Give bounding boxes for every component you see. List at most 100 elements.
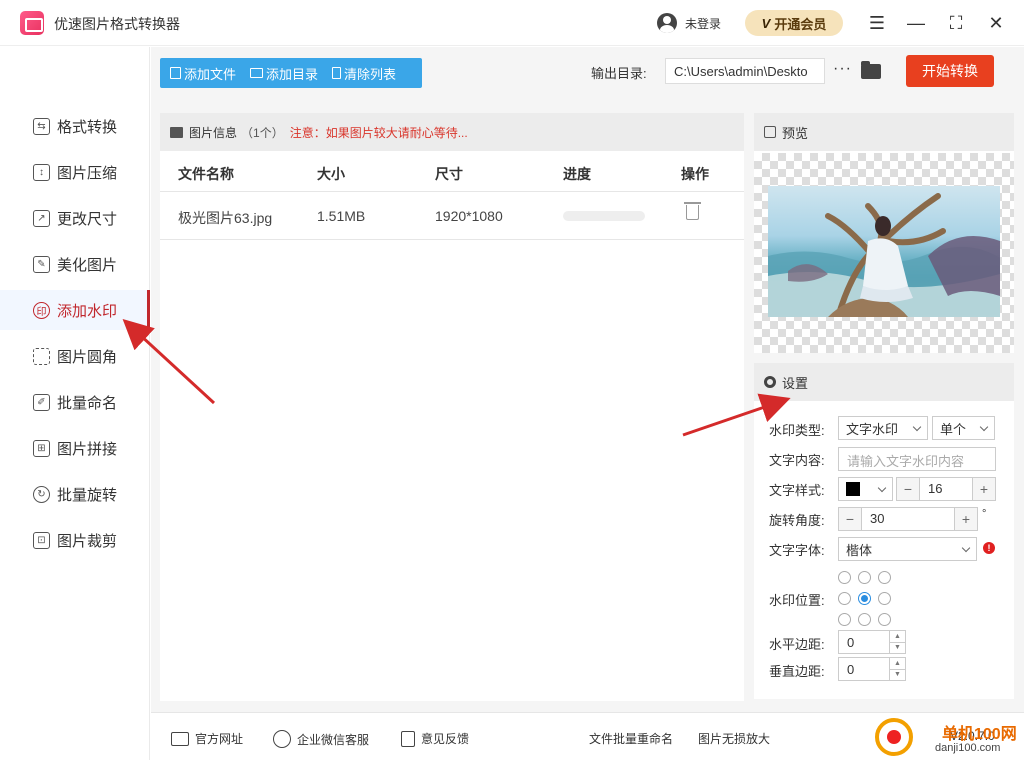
- position-top-right-radio[interactable]: [878, 571, 891, 584]
- maximize-icon[interactable]: ⛶: [943, 10, 969, 36]
- file-toolbar: 添加文件 添加目录 清除列表: [160, 58, 422, 88]
- column-header-name: 文件名称: [178, 166, 234, 182]
- website-icon: [171, 731, 189, 746]
- preview-header: 预览: [754, 113, 1014, 151]
- sidebar-item-label: 更改尺寸: [57, 210, 118, 228]
- more-options-button[interactable]: ···: [833, 60, 852, 78]
- horizontal-margin-input[interactable]: 0 ▲ ▼: [838, 630, 906, 654]
- position-top-center-radio[interactable]: [858, 571, 871, 584]
- sidebar-item-label: 美化图片: [57, 256, 118, 274]
- add-file-button[interactable]: 添加文件: [170, 64, 236, 83]
- delete-row-icon[interactable]: [684, 202, 701, 220]
- text-content-input[interactable]: 请输入文字水印内容: [838, 447, 996, 471]
- sidebar-item-format-convert[interactable]: ⇆ 格式转换: [0, 106, 150, 146]
- sidebar-item-rotate[interactable]: ↻ 批量旋转: [0, 474, 150, 514]
- sidebar-item-watermark[interactable]: 印 添加水印: [0, 290, 150, 330]
- watermark-type-select[interactable]: 文字水印: [838, 416, 928, 440]
- position-bottom-right-radio[interactable]: [878, 613, 891, 626]
- lossless-enlarge-link[interactable]: 图片无损放大: [698, 730, 770, 747]
- batch-rename-link[interactable]: 文件批量重命名: [589, 730, 673, 747]
- horizontal-margin-value: 0: [847, 635, 855, 650]
- official-website-link[interactable]: 官方网址: [171, 730, 243, 747]
- sidebar-item-resize[interactable]: ↗ 更改尺寸: [0, 198, 150, 238]
- preview-icon: [764, 126, 776, 138]
- position-bottom-center-radio[interactable]: [858, 613, 871, 626]
- user-avatar-icon[interactable]: [657, 13, 677, 33]
- spin-arrows[interactable]: ▲ ▼: [889, 658, 905, 680]
- position-label: 水印位置:: [769, 593, 825, 608]
- crop-icon: ⊡: [33, 531, 50, 549]
- file-size-cell: 1.51MB: [317, 208, 366, 224]
- rotation-stepper[interactable]: − 30 +: [838, 507, 978, 531]
- sidebar-item-batch-rename[interactable]: ✐ 批量命名: [0, 382, 150, 422]
- increase-button[interactable]: +: [973, 478, 995, 500]
- font-size-value[interactable]: 16: [919, 478, 973, 500]
- sidebar-item-beautify[interactable]: ✎ 美化图片: [0, 244, 150, 284]
- rotation-value[interactable]: 30: [861, 508, 955, 530]
- chevron-down-icon: [979, 422, 989, 431]
- chevron-down-icon: [877, 483, 887, 492]
- progress-bar: [563, 211, 645, 221]
- round-corner-icon: [33, 347, 50, 365]
- decrease-button[interactable]: −: [897, 478, 919, 500]
- increase-button[interactable]: +: [955, 508, 977, 530]
- sidebar-item-label: 图片裁剪: [57, 532, 118, 550]
- official-website-label: 官方网址: [195, 732, 244, 746]
- settings-title: 设置: [782, 375, 809, 391]
- spin-arrows[interactable]: ▲ ▼: [889, 631, 905, 653]
- clear-list-label: 清除列表: [344, 66, 397, 82]
- vertical-margin-input[interactable]: 0 ▲ ▼: [838, 657, 906, 681]
- decrease-button[interactable]: −: [839, 508, 861, 530]
- output-directory-input[interactable]: C:\Users\admin\Deskto: [665, 58, 825, 84]
- warning-icon[interactable]: !: [983, 542, 995, 554]
- sidebar-item-label: 格式转换: [57, 118, 118, 136]
- sidebar-item-compress[interactable]: ↕ 图片压缩: [0, 152, 150, 192]
- site-watermark-logo-icon: [875, 718, 913, 756]
- add-directory-button[interactable]: 添加目录: [250, 64, 318, 83]
- chat-icon: [273, 730, 291, 748]
- file-list-header: 图片信息 （1个） 注意：如果图片较大请耐心等待...: [160, 113, 744, 151]
- column-header-progress: 进度: [563, 166, 591, 182]
- sidebar-item-crop[interactable]: ⊡ 图片裁剪: [0, 520, 150, 560]
- font-label: 文字字体:: [769, 543, 825, 558]
- vertical-margin-label: 垂直边距:: [769, 664, 825, 679]
- position-middle-center-radio[interactable]: [858, 592, 871, 605]
- file-list-title: 图片信息: [189, 125, 238, 140]
- sidebar-item-stitch[interactable]: ⊞ 图片拼接: [0, 428, 150, 468]
- text-color-select[interactable]: [838, 477, 893, 501]
- menu-icon[interactable]: ☰: [864, 10, 890, 36]
- sidebar-item-round-corner[interactable]: 图片圆角: [0, 336, 150, 376]
- add-directory-label: 添加目录: [266, 66, 319, 82]
- column-header-actions: 操作: [681, 166, 709, 182]
- notice-text: 注意：如果图片较大请耐心等待...: [289, 125, 468, 140]
- position-bottom-left-radio[interactable]: [838, 613, 851, 626]
- sidebar: ⇆ 格式转换 ↕ 图片压缩 ↗ 更改尺寸 ✎ 美化图片 印 添加水印 图片圆角 …: [0, 47, 150, 760]
- file-dimensions-cell: 1920*1080: [435, 208, 503, 224]
- table-row[interactable]: 极光图片63.jpg 1.51MB 1920*1080: [160, 192, 744, 240]
- beautify-icon: ✎: [33, 255, 50, 273]
- login-status[interactable]: 未登录: [685, 15, 721, 32]
- position-middle-left-radio[interactable]: [838, 592, 851, 605]
- close-icon[interactable]: ✕: [983, 10, 1009, 36]
- minimize-icon[interactable]: —: [903, 10, 929, 36]
- sidebar-item-label: 图片拼接: [57, 440, 118, 458]
- vertical-margin-value: 0: [847, 662, 855, 677]
- compress-icon: ↕: [33, 163, 50, 181]
- column-header-size: 大小: [317, 166, 345, 182]
- app-logo-icon: [20, 11, 44, 35]
- font-size-stepper[interactable]: − 16 +: [896, 477, 996, 501]
- clear-list-button[interactable]: 清除列表: [332, 64, 396, 83]
- position-top-left-radio[interactable]: [838, 571, 851, 584]
- wechat-support-link[interactable]: 企业微信客服: [273, 730, 369, 748]
- watermark-type-value: 文字水印: [846, 421, 899, 437]
- text-style-label: 文字样式:: [769, 483, 825, 498]
- font-select[interactable]: 楷体: [838, 537, 977, 561]
- vip-button[interactable]: V 开通会员: [745, 10, 843, 36]
- batch-rename-label: 文件批量重命名: [589, 732, 674, 746]
- lossless-enlarge-label: 图片无损放大: [698, 732, 771, 746]
- start-convert-button[interactable]: 开始转换: [906, 55, 994, 87]
- watermark-mode-select[interactable]: 单个: [932, 416, 995, 440]
- feedback-link[interactable]: 意见反馈: [401, 730, 469, 747]
- position-middle-right-radio[interactable]: [878, 592, 891, 605]
- open-folder-icon[interactable]: [861, 61, 881, 79]
